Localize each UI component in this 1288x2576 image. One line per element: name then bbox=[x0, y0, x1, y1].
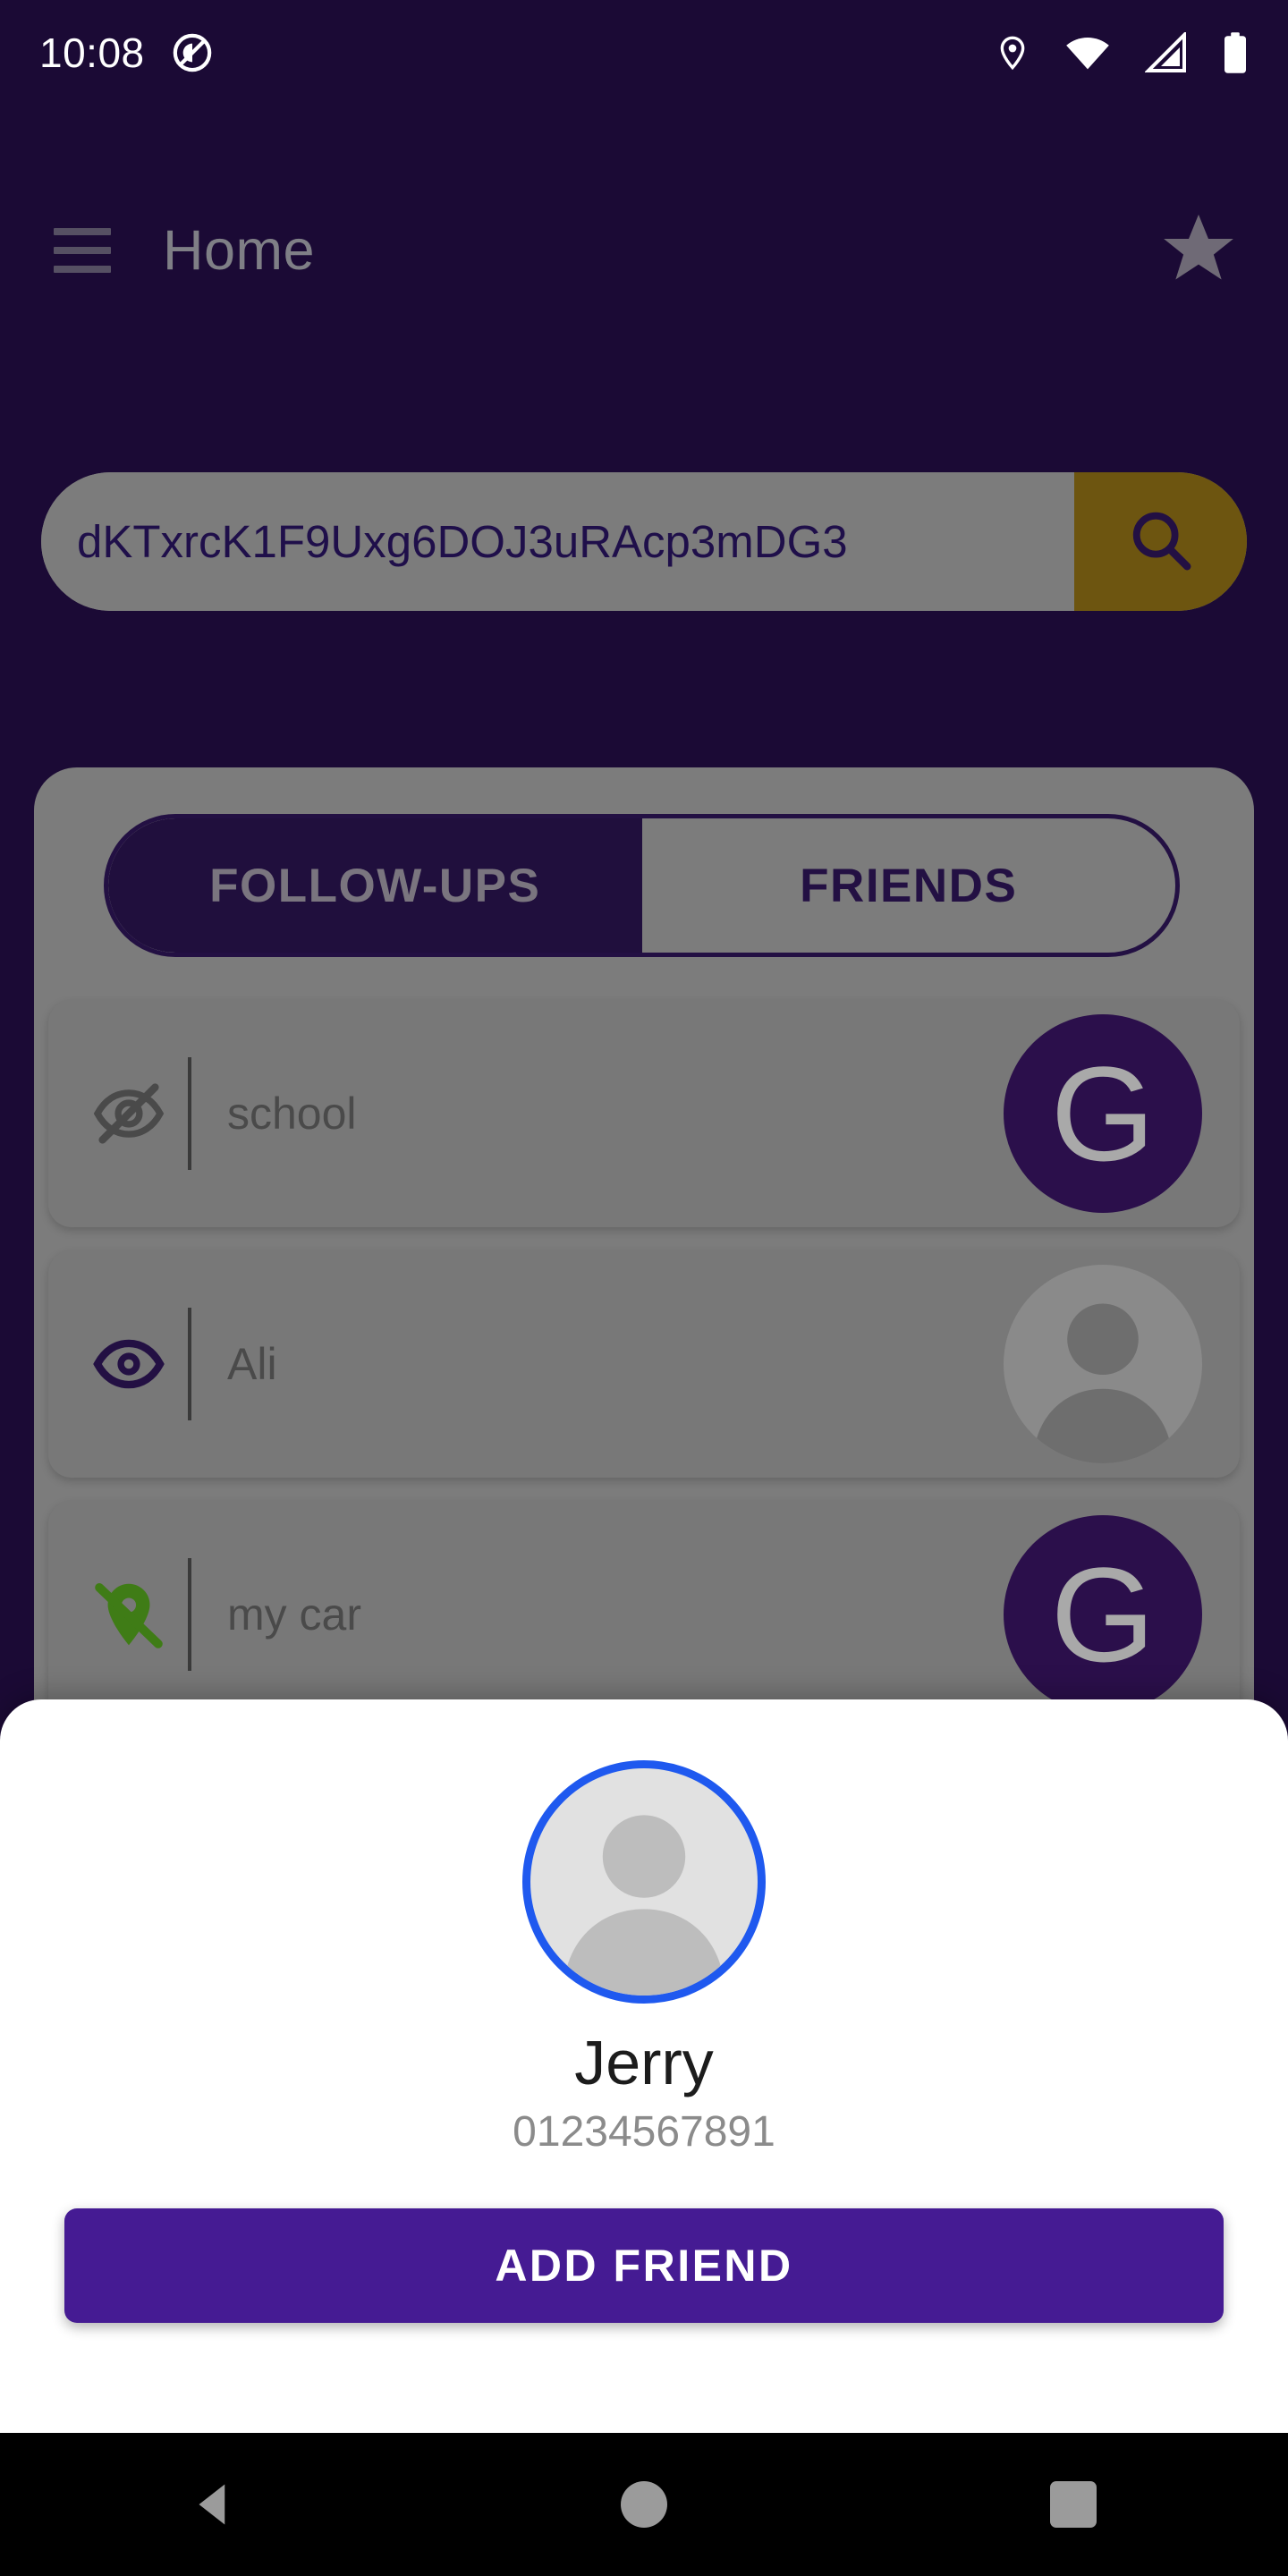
tab-friends[interactable]: FRIENDS bbox=[642, 818, 1176, 953]
contact-phone: 01234567891 bbox=[513, 2108, 775, 2156]
nav-home-button[interactable] bbox=[564, 2433, 724, 2576]
tab-follow-ups[interactable]: FOLLOW-UPS bbox=[108, 818, 642, 953]
hamburger-line bbox=[54, 228, 111, 235]
hamburger-menu-icon[interactable] bbox=[45, 213, 120, 288]
avatar-letter: G bbox=[1050, 1539, 1156, 1690]
list-item-label: my car bbox=[227, 1589, 361, 1640]
status-bar-left: 10:08 bbox=[39, 29, 213, 77]
contact-bottom-sheet: Jerry 01234567891 ADD FRIEND bbox=[0, 1699, 1288, 2433]
list-item-label: Ali bbox=[227, 1339, 277, 1389]
avatar[interactable]: G bbox=[1004, 1014, 1202, 1213]
location-pin-icon bbox=[995, 32, 1030, 73]
status-bar: 10:08 bbox=[0, 0, 1288, 106]
nav-back-button[interactable] bbox=[134, 2433, 295, 2576]
person-placeholder-avatar bbox=[563, 1815, 725, 1996]
list-item[interactable]: my car G bbox=[48, 1501, 1240, 1728]
eye-icon[interactable] bbox=[86, 1326, 172, 1402]
item-divider bbox=[188, 1308, 191, 1420]
list-item[interactable]: Ali bbox=[48, 1250, 1240, 1478]
list-item[interactable]: school G bbox=[48, 1000, 1240, 1227]
avatar[interactable] bbox=[1004, 1265, 1202, 1463]
app-bar: Home bbox=[0, 179, 1288, 322]
add-friend-button[interactable]: ADD FRIEND bbox=[64, 2208, 1224, 2323]
home-circle-icon bbox=[621, 2481, 667, 2528]
contact-name: Jerry bbox=[574, 2028, 714, 2097]
avatar bbox=[522, 1760, 766, 2004]
person-placeholder-icon bbox=[1033, 1303, 1173, 1463]
status-bar-right bbox=[995, 31, 1249, 74]
segmented-tab-bar: FOLLOW-UPS FRIENDS bbox=[104, 814, 1180, 957]
list-item-label: school bbox=[227, 1089, 357, 1139]
follow-ups-list: school G Ali my car G bbox=[48, 1000, 1240, 1751]
hamburger-line bbox=[54, 266, 111, 273]
avatar[interactable]: G bbox=[1004, 1515, 1202, 1714]
phone-screen: 10:08 Home dKTxrcK1F9Uxg6DOJ3uRAcp3mDG3 … bbox=[0, 0, 1288, 2576]
search-bar bbox=[41, 472, 1247, 611]
status-clock: 10:08 bbox=[39, 30, 145, 76]
search-button[interactable] bbox=[1074, 472, 1247, 611]
item-divider bbox=[188, 1558, 191, 1671]
search-input[interactable] bbox=[41, 472, 1074, 611]
location-off-icon[interactable] bbox=[86, 1577, 172, 1652]
avatar-letter: G bbox=[1050, 1038, 1156, 1189]
cellular-signal-icon bbox=[1145, 32, 1188, 73]
wifi-icon bbox=[1064, 32, 1111, 73]
recents-square-icon bbox=[1050, 2481, 1097, 2528]
do-not-disturb-icon bbox=[172, 32, 213, 73]
star-icon[interactable] bbox=[1159, 209, 1238, 292]
nav-recents-button[interactable] bbox=[993, 2433, 1154, 2576]
page-title: Home bbox=[163, 219, 316, 282]
battery-icon bbox=[1222, 31, 1249, 74]
eye-off-icon[interactable] bbox=[86, 1076, 172, 1151]
back-triangle-icon bbox=[199, 2484, 225, 2525]
hamburger-line bbox=[54, 247, 111, 254]
search-icon bbox=[1126, 505, 1196, 578]
item-divider bbox=[188, 1057, 191, 1170]
android-navigation-bar bbox=[0, 2433, 1288, 2576]
